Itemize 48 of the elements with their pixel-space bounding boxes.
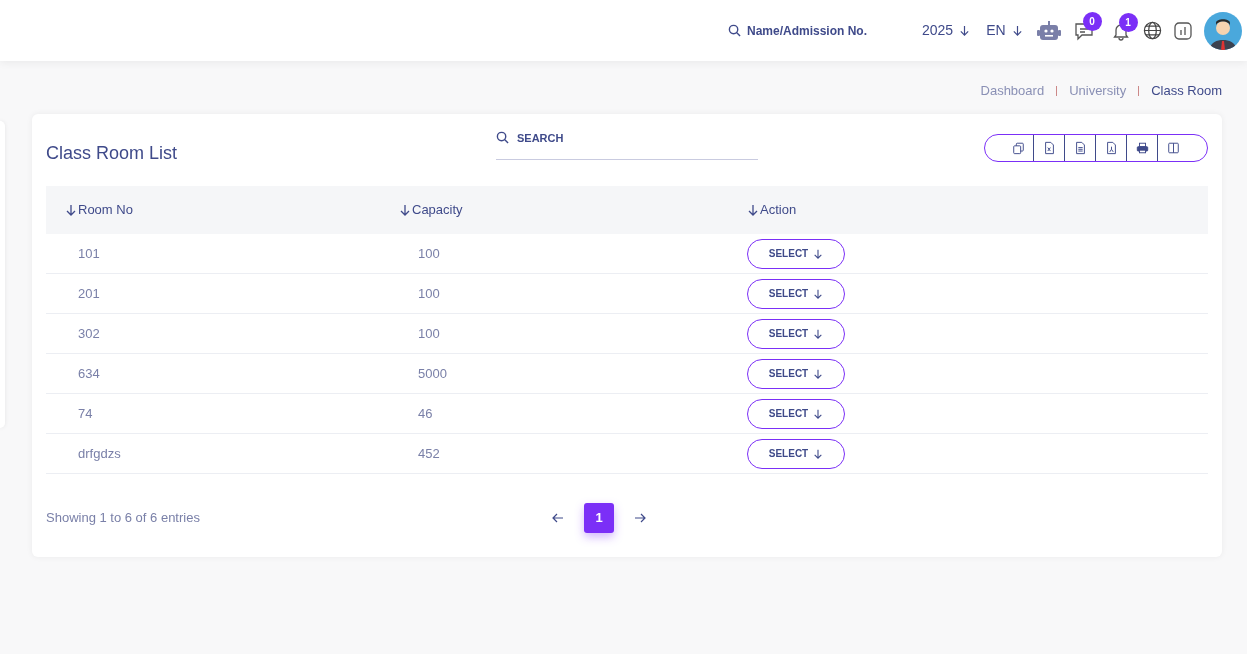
table-cell-text: 634: [78, 364, 100, 383]
caret-icon: [813, 248, 824, 259]
notification-count-badge: 1: [1118, 12, 1138, 32]
print-icon: [1135, 140, 1149, 155]
column-header[interactable]: Action: [747, 200, 797, 220]
table-cell-text: 452: [418, 444, 440, 463]
copy-icon: [1011, 140, 1025, 155]
caret-icon: [959, 25, 971, 36]
page-button[interactable]: 1: [584, 503, 614, 533]
table-cell-text: 101: [78, 244, 100, 263]
document-icon: [1073, 140, 1087, 155]
table-cell-text: 100: [418, 244, 440, 263]
caret-icon: [813, 288, 824, 299]
message-count-badge: 0: [1082, 11, 1102, 31]
entries-info: Showing 1 to 6 of 6 entries: [46, 509, 200, 528]
caret-icon: [813, 368, 824, 379]
columns-icon: [1167, 140, 1180, 155]
language-dropdown[interactable]: EN: [986, 20, 1023, 41]
table-cell-text: 201: [78, 284, 100, 303]
search-icon: [496, 131, 509, 144]
excel-file-icon: [1042, 140, 1056, 155]
table-cell-text: 100: [418, 324, 440, 343]
table-cell-text: 5000: [418, 364, 447, 383]
column-header[interactable]: Capacity: [399, 200, 463, 220]
breadcrumb-link[interactable]: Class Room: [1151, 81, 1222, 101]
year-dropdown[interactable]: 2025: [922, 20, 971, 41]
robot-icon[interactable]: [1036, 20, 1061, 41]
search-field[interactable]: SEARCH: [496, 128, 758, 160]
chart-icon[interactable]: [1173, 21, 1192, 40]
column-header[interactable]: Room No: [65, 200, 133, 220]
caret-icon: [1011, 25, 1023, 36]
card-title: Class Room List: [46, 141, 178, 165]
pdf-file-icon: [1104, 140, 1118, 155]
caret-icon: [813, 328, 824, 339]
search-field[interactable]: Name/Admission No.: [728, 21, 898, 40]
table-cell-text: 46: [418, 404, 433, 423]
table-cell-text: 74: [78, 404, 93, 423]
globe-icon[interactable]: [1142, 21, 1162, 40]
sort-arrow-icon: [399, 204, 411, 216]
table-cell-text: drfgdzs: [78, 444, 121, 463]
caret-icon: [813, 408, 824, 419]
avatar[interactable]: [1203, 11, 1242, 50]
table-cell-text: 100: [418, 284, 440, 303]
search-icon: [728, 24, 741, 37]
sort-arrow-icon: [747, 204, 759, 216]
table-cell-text: 302: [78, 324, 100, 343]
sort-arrow-icon: [65, 204, 77, 216]
caret-icon: [813, 448, 824, 459]
